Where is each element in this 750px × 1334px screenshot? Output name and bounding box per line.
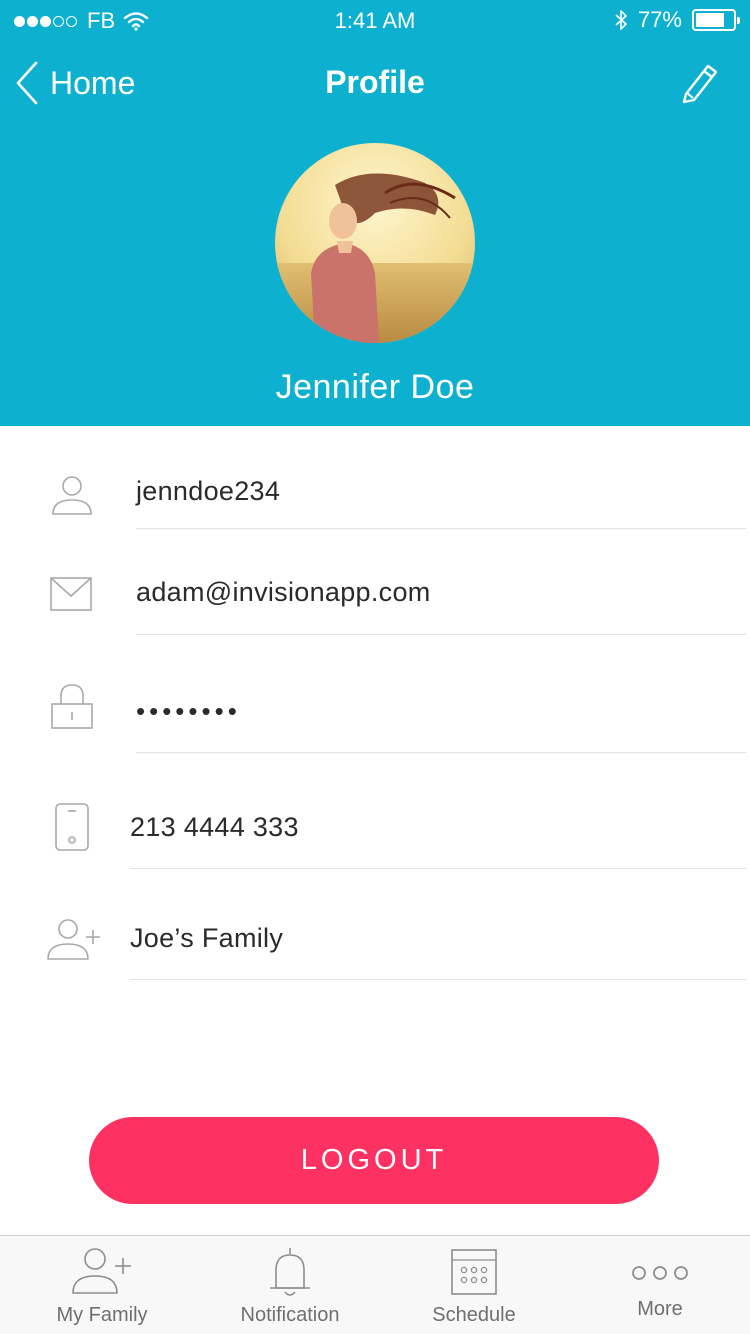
phone-value: 213 4444 333 [130, 812, 299, 842]
username-value: jenndoe234 [136, 476, 281, 506]
tab-notification[interactable]: Notification [188, 1236, 392, 1334]
family-row[interactable]: Joe’s Family [0, 915, 750, 981]
password-value: •••••••• [136, 696, 241, 726]
more-icon [632, 1266, 688, 1280]
phone-row[interactable]: 213 4444 333 [0, 800, 750, 870]
add-user-icon [72, 1248, 131, 1294]
battery-icon [692, 9, 740, 31]
divider [136, 752, 746, 753]
mail-icon [50, 577, 92, 611]
family-value: Joe’s Family [130, 923, 284, 953]
pencil-icon [682, 64, 718, 104]
status-right: 77% [614, 7, 740, 33]
tab-label: More [637, 1298, 683, 1320]
phone-icon [55, 803, 89, 851]
page-title: Profile [325, 64, 425, 100]
lock-icon [51, 684, 93, 729]
tab-label: My Family [56, 1304, 148, 1326]
profile-header: FB 1:41 AM 77% Home Profile Jennifer Doe [0, 0, 750, 426]
battery-percent: 77% [637, 7, 682, 32]
calendar-icon [451, 1249, 497, 1295]
status-bar: FB 1:41 AM 77% [0, 0, 750, 40]
tab-more[interactable]: More [558, 1236, 750, 1334]
bluetooth-icon [615, 10, 627, 30]
tab-label: Schedule [432, 1304, 516, 1326]
divider [136, 634, 746, 635]
tab-label: Notification [240, 1304, 340, 1326]
bell-icon [270, 1248, 310, 1296]
tab-schedule[interactable]: Schedule [372, 1236, 576, 1334]
tab-bar: My Family Notification Schedule More [0, 1235, 750, 1334]
password-row[interactable]: •••••••• [0, 682, 750, 754]
username-row[interactable]: jenndoe234 [0, 470, 750, 530]
tab-my-family[interactable]: My Family [0, 1236, 204, 1334]
edit-button[interactable] [678, 60, 722, 109]
profile-avatar[interactable] [275, 143, 475, 343]
email-row[interactable]: adam@invisionapp.com [0, 572, 750, 636]
divider [136, 528, 746, 529]
add-user-icon [47, 919, 100, 960]
logout-button[interactable]: LOGOUT [89, 1117, 659, 1204]
email-value: adam@invisionapp.com [136, 577, 431, 607]
user-icon [52, 476, 92, 515]
divider [130, 868, 746, 869]
profile-name: Jennifer Doe [275, 368, 475, 406]
navigation-bar: Home Profile [0, 52, 750, 116]
divider [130, 979, 746, 980]
avatar-photo [275, 143, 475, 343]
